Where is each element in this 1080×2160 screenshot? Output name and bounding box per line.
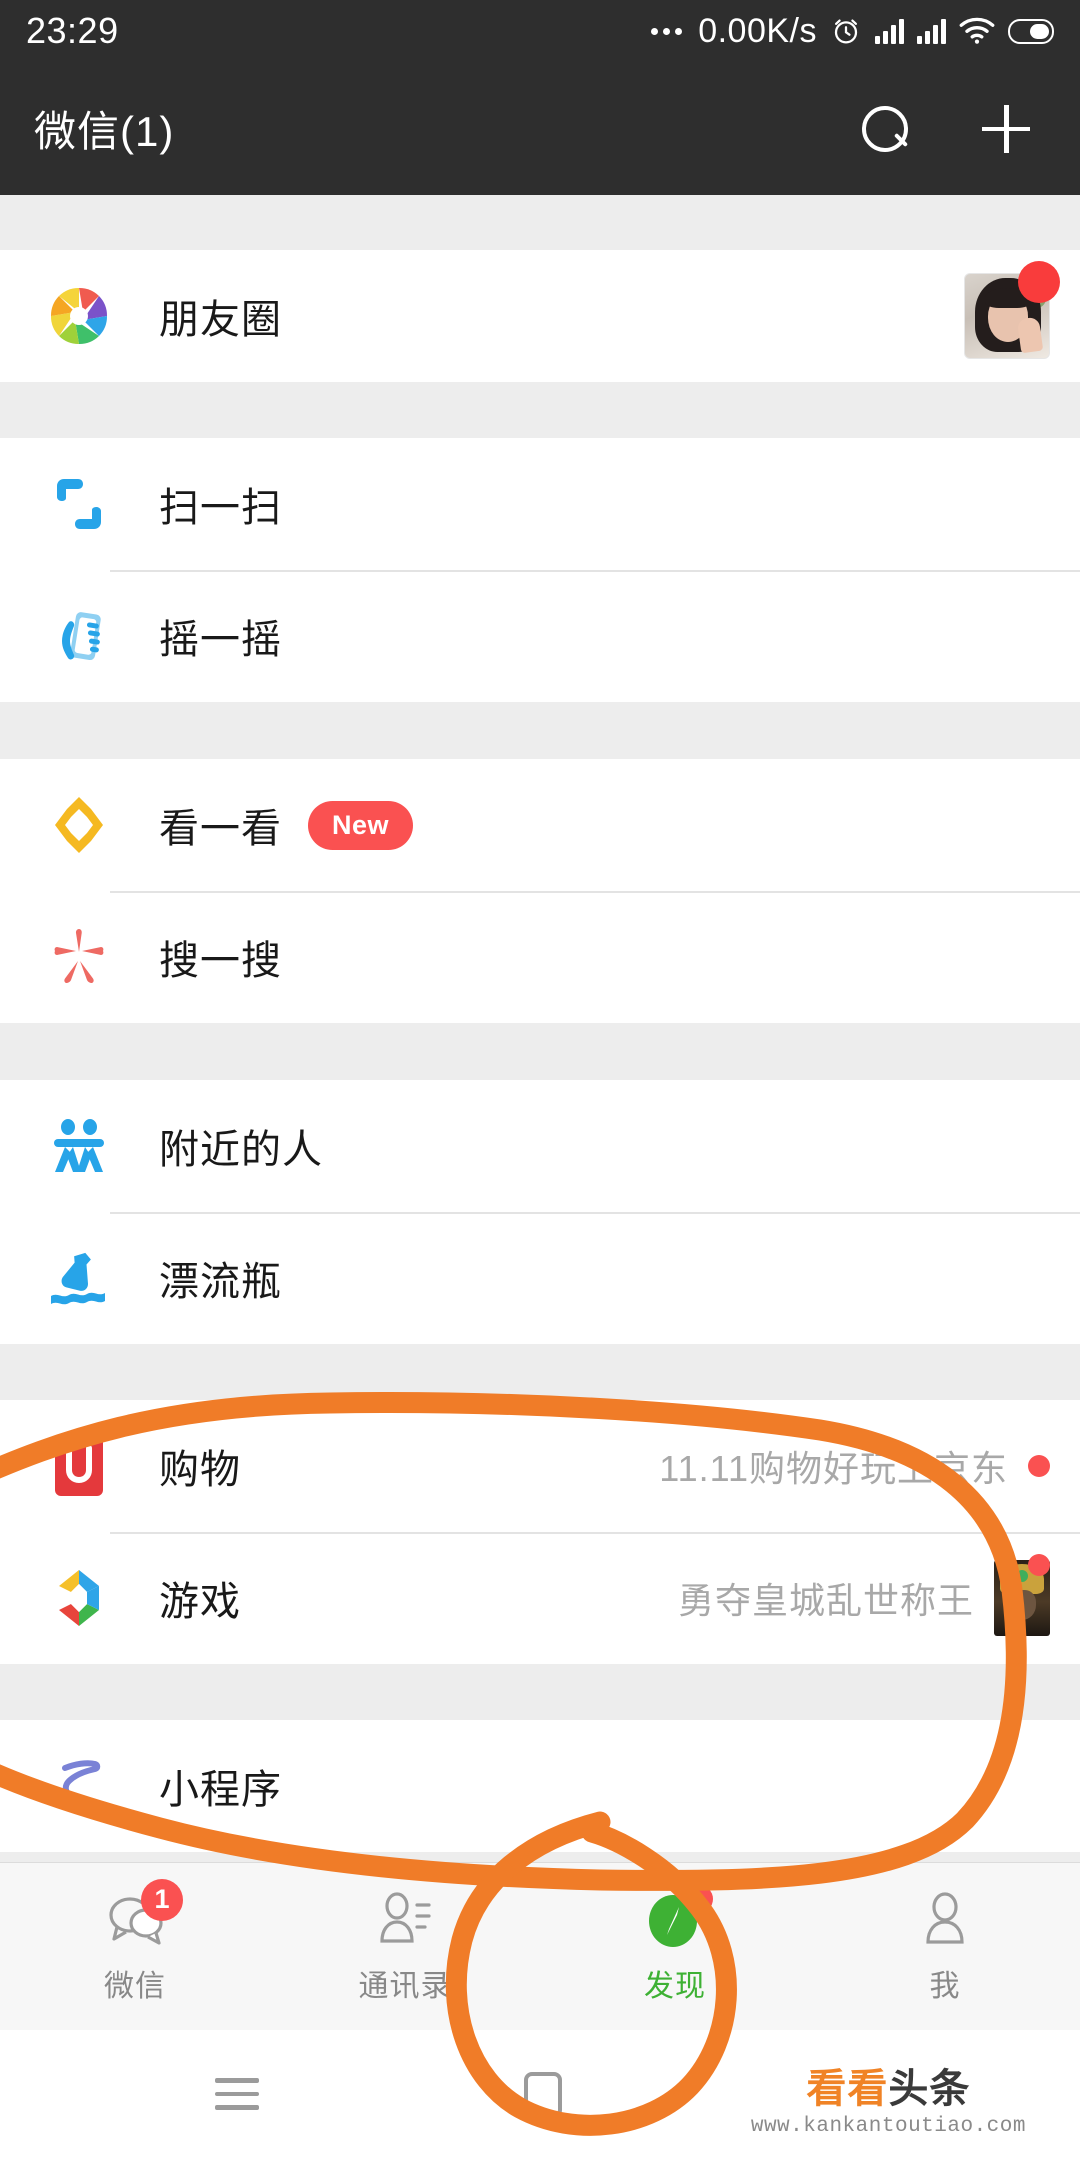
avatar[interactable]	[964, 261, 1060, 359]
unread-badge: 1	[141, 1878, 183, 1921]
tab-contacts[interactable]: 通讯录	[270, 1889, 540, 2005]
list-item-shake[interactable]: 摇一摇	[0, 570, 1080, 702]
plus-icon[interactable]	[982, 104, 1030, 153]
group-scan-shake: 扫一扫 摇一摇	[0, 438, 1080, 702]
tab-label: 通讯录	[358, 1969, 452, 2003]
new-badge: New	[308, 800, 414, 850]
menu-icon[interactable]	[215, 2078, 259, 2110]
section-gap	[0, 195, 1080, 250]
tab-wechat[interactable]: 1 微信	[0, 1878, 270, 2005]
more-dots-icon	[651, 27, 683, 35]
list-item-subtitle: 11.11购物好玩上京东	[659, 1448, 1008, 1489]
list-item-search-sousou[interactable]: 搜一搜	[0, 891, 1080, 1023]
section-gap	[0, 702, 1080, 759]
games-icon	[47, 1566, 111, 1630]
unread-dot	[1028, 1455, 1050, 1477]
watermark-brand-dark: 头条	[888, 2067, 971, 2111]
list-item-label: 看一看	[159, 807, 282, 851]
person-icon	[913, 1889, 977, 1953]
search-star-icon	[47, 925, 111, 989]
list-item-moments[interactable]: 朋友圈	[0, 250, 1080, 382]
unread-dot	[1028, 1554, 1050, 1576]
jd-shopping-icon	[47, 1434, 111, 1498]
list-item-games[interactable]: 游戏 勇夺皇城乱世称王	[0, 1532, 1080, 1664]
list-item-top-stories[interactable]: 看一看 New	[0, 759, 1080, 891]
section-gap	[0, 1344, 1080, 1400]
home-square-icon[interactable]	[524, 2072, 562, 2118]
list-item-label: 附近的人	[159, 1128, 323, 1172]
title-bar: 微信(1)	[0, 62, 1080, 195]
tab-label: 发现	[644, 1969, 706, 2003]
contacts-icon	[373, 1889, 437, 1953]
unread-dot	[1018, 261, 1060, 303]
network-speed-label: 0.00K/s	[698, 11, 817, 50]
compass-icon	[643, 1884, 713, 1953]
group-moments: 朋友圈	[0, 250, 1080, 382]
wifi-icon	[959, 17, 995, 44]
page-title: 微信(1)	[34, 108, 175, 155]
list-item-label: 游戏	[159, 1580, 241, 1624]
list-item-label: 摇一摇	[159, 618, 282, 662]
list-item-label: 小程序	[159, 1768, 282, 1812]
group-stories-search: 看一看 New 搜一搜	[0, 759, 1080, 1023]
top-stories-icon	[47, 793, 111, 857]
watermark-brand-orange: 看看	[806, 2067, 889, 2111]
tab-discover[interactable]: 发现	[540, 1884, 810, 2005]
phone-screen: 23:29 0.00K/s 微信(1) 朋友圈 扫一扫 摇一摇 看一看 New …	[0, 0, 1080, 2160]
moments-aperture-icon	[47, 284, 111, 348]
signal-bars-icon	[917, 18, 946, 44]
list-item-scan[interactable]: 扫一扫	[0, 438, 1080, 570]
battery-icon	[1008, 18, 1054, 44]
group-shopping-games: 购物 11.11购物好玩上京东 游戏 勇夺皇城乱世称王	[0, 1400, 1080, 1664]
list-item-label: 购物	[159, 1448, 241, 1492]
tab-me[interactable]: 我	[810, 1889, 1080, 2005]
chat-bubbles-icon: 1	[103, 1878, 183, 1953]
section-gap	[0, 1023, 1080, 1080]
group-mini-program: 小程序	[0, 1720, 1080, 1852]
nearby-people-icon	[47, 1114, 111, 1178]
scan-qr-icon	[47, 472, 111, 536]
list-item-mini-program[interactable]: 小程序	[0, 1720, 1080, 1852]
list-item-drift-bottle[interactable]: 漂流瓶	[0, 1212, 1080, 1344]
list-item-label: 扫一扫	[159, 486, 282, 530]
tab-label: 微信	[104, 1969, 166, 2003]
mini-program-icon	[47, 1754, 111, 1818]
list-item-label: 搜一搜	[159, 939, 282, 983]
watermark: 看看头条 www.kankantoutiao.com	[751, 2069, 1026, 2138]
drift-bottle-icon	[47, 1246, 111, 1310]
shake-phone-icon	[47, 604, 111, 668]
signal-bars-icon	[875, 18, 904, 44]
tab-label: 我	[929, 1969, 961, 2003]
watermark-url: www.kankantoutiao.com	[750, 2115, 1026, 2138]
list-item-shopping[interactable]: 购物 11.11购物好玩上京东	[0, 1400, 1080, 1532]
status-time: 23:29	[26, 10, 119, 51]
alarm-clock-icon	[834, 19, 858, 44]
section-gap	[0, 382, 1080, 438]
group-nearby-bottle: 附近的人 漂流瓶	[0, 1080, 1080, 1344]
list-item-label: 朋友圈	[159, 298, 282, 342]
list-item-label: 漂流瓶	[159, 1260, 282, 1304]
status-bar: 23:29 0.00K/s	[0, 0, 1080, 62]
status-icons: 0.00K/s	[651, 12, 1054, 51]
list-item-nearby-people[interactable]: 附近的人	[0, 1080, 1080, 1212]
section-gap	[0, 1664, 1080, 1720]
bottom-tab-bar: 1 微信 通讯录 发现 我	[0, 1862, 1080, 2030]
search-icon[interactable]	[862, 105, 908, 152]
system-nav-bar: 看看头条 www.kankantoutiao.com	[0, 2030, 1080, 2160]
list-item-subtitle: 勇夺皇城乱世称王	[677, 1580, 974, 1621]
unread-dot	[685, 1884, 713, 1913]
